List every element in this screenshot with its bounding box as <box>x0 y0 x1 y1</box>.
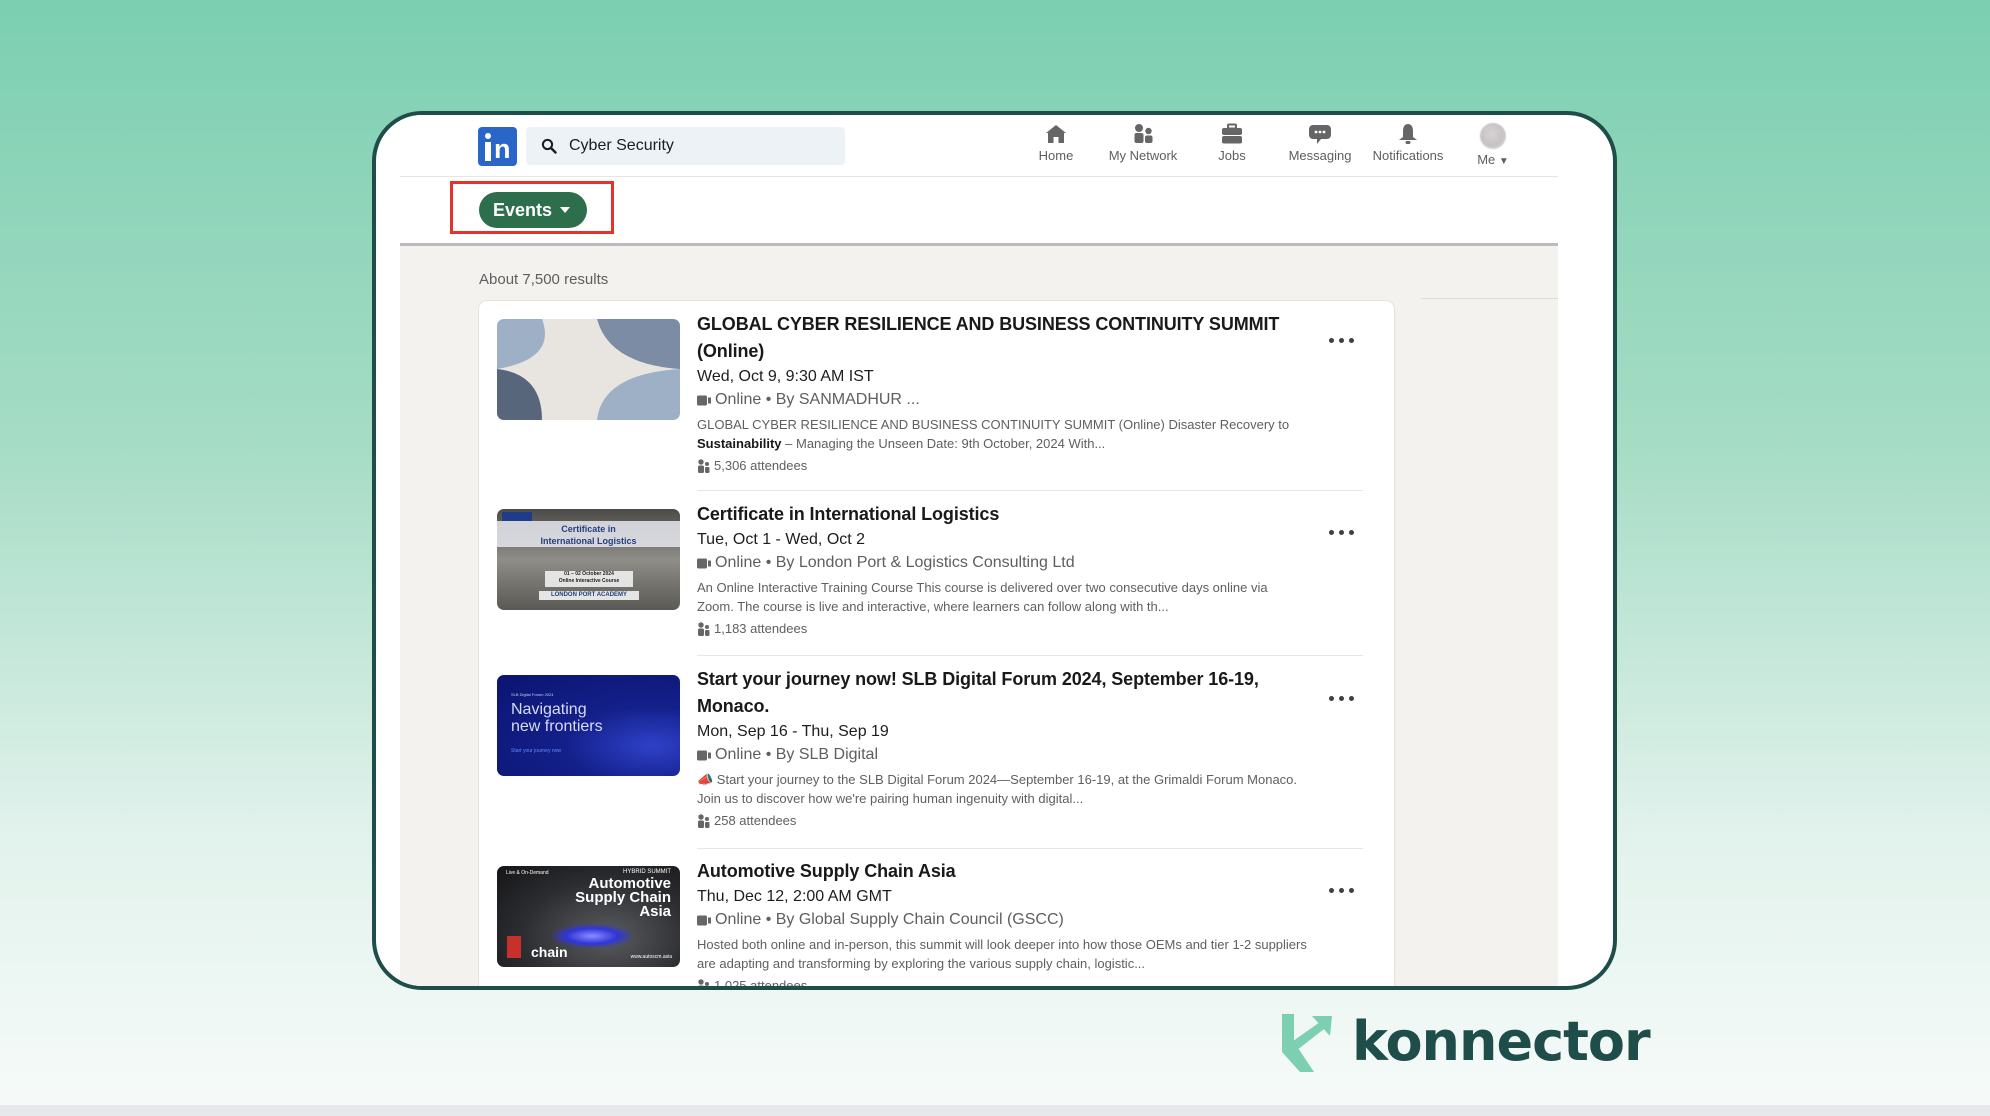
nav-home[interactable]: Home <box>1011 123 1101 171</box>
event-attendees: 5,306 attendees <box>697 456 1307 476</box>
search-input[interactable]: Cyber Security <box>526 127 845 165</box>
more-options-button[interactable] <box>1327 525 1357 539</box>
event-title[interactable]: Automotive Supply Chain Asia <box>697 858 1307 885</box>
divider <box>697 655 1363 656</box>
divider <box>697 490 1363 491</box>
highlight-box <box>450 181 614 234</box>
konnector-wordmark: konnector <box>1352 1010 1651 1073</box>
attendees-icon <box>698 814 710 828</box>
briefcase-icon <box>1222 123 1242 144</box>
event-date: Wed, Oct 9, 9:30 AM IST <box>697 368 874 385</box>
linkedin-logo[interactable]: n <box>478 127 517 166</box>
results-area: About 7,500 results GLOBAL CYBER RESILIE… <box>400 243 1558 986</box>
more-options-button[interactable] <box>1327 691 1357 705</box>
event-attendees: 1,025 attendees <box>697 976 1307 986</box>
event-date: Tue, Oct 1 - Wed, Oct 2 <box>697 531 866 548</box>
event-organizer: Online • By Global Supply Chain Council … <box>697 909 1307 931</box>
event-title[interactable]: Start your journey now! SLB Digital Foru… <box>697 666 1307 720</box>
bottom-strip <box>0 1105 1990 1116</box>
event-organizer: Online • By London Port & Logistics Cons… <box>697 552 1307 574</box>
event-attendees: 1,183 attendees <box>697 619 1307 639</box>
avatar <box>1480 123 1506 149</box>
event-organizer: Online • By SANMADHUR ... <box>697 389 1307 411</box>
nav-me[interactable]: Me ▼ <box>1448 123 1538 171</box>
event-thumbnail[interactable]: Certificate in International Logistics 0… <box>497 509 680 610</box>
results-card: GLOBAL CYBER RESILIENCE AND BUSINESS CON… <box>478 300 1395 986</box>
event-title[interactable]: GLOBAL CYBER RESILIENCE AND BUSINESS CON… <box>697 311 1307 365</box>
nav-messaging[interactable]: Messaging <box>1275 123 1365 171</box>
more-options-button[interactable] <box>1327 883 1357 897</box>
attendees-icon <box>698 622 710 636</box>
filter-bar: Events <box>400 177 1558 243</box>
event-description: GLOBAL CYBER RESILIENCE AND BUSINESS CON… <box>697 417 1290 451</box>
bell-icon <box>1399 124 1417 144</box>
results-count: About 7,500 results <box>479 271 609 288</box>
nav-notifications[interactable]: Notifications <box>1363 123 1453 171</box>
event-description: An Online Interactive Training Course Th… <box>697 580 1268 614</box>
event-thumbnail[interactable]: SLB Digital Forum 2024 Navigating new fr… <box>497 675 680 776</box>
linkedin-screenshot: n Cyber Security Home My Network Jobs Me… <box>400 115 1558 986</box>
nav-jobs[interactable]: Jobs <box>1187 123 1277 171</box>
search-icon <box>541 138 557 154</box>
video-icon <box>697 915 711 926</box>
top-nav-bar: n Cyber Security Home My Network Jobs Me… <box>400 115 1558 177</box>
video-icon <box>697 558 711 569</box>
event-thumbnail[interactable]: Live & On-Demand HYBRID SUMMIT Automotiv… <box>497 866 680 967</box>
event-attendees: 258 attendees <box>697 811 1307 831</box>
konnector-k-icon <box>1282 1014 1332 1072</box>
event-title[interactable]: Certificate in International Logistics <box>697 501 1307 528</box>
network-icon <box>1134 124 1153 143</box>
abstract-image <box>497 319 680 420</box>
event-thumbnail[interactable] <box>497 319 680 420</box>
chevron-down-icon: ▼ <box>1498 156 1509 167</box>
messaging-icon <box>1309 125 1331 144</box>
attendees-icon <box>698 459 710 473</box>
konnector-logo: konnector <box>1280 1010 1651 1074</box>
more-options-button[interactable] <box>1327 333 1357 347</box>
nav-my-network[interactable]: My Network <box>1098 123 1188 171</box>
video-icon <box>697 750 711 761</box>
right-rail-divider <box>1421 298 1558 299</box>
attendees-icon <box>698 979 709 986</box>
search-value: Cyber Security <box>569 137 674 154</box>
event-description: Hosted both online and in-person, this s… <box>697 937 1307 971</box>
divider <box>697 848 1363 849</box>
event-organizer: Online • By SLB Digital <box>697 744 1307 766</box>
event-description: 📣 Start your journey to the SLB Digital … <box>697 772 1298 806</box>
home-icon <box>1046 125 1066 143</box>
event-date: Thu, Dec 12, 2:00 AM GMT <box>697 888 892 905</box>
device-frame: n Cyber Security Home My Network Jobs Me… <box>372 111 1617 990</box>
video-icon <box>697 395 711 406</box>
event-date: Mon, Sep 16 - Thu, Sep 19 <box>697 723 889 740</box>
